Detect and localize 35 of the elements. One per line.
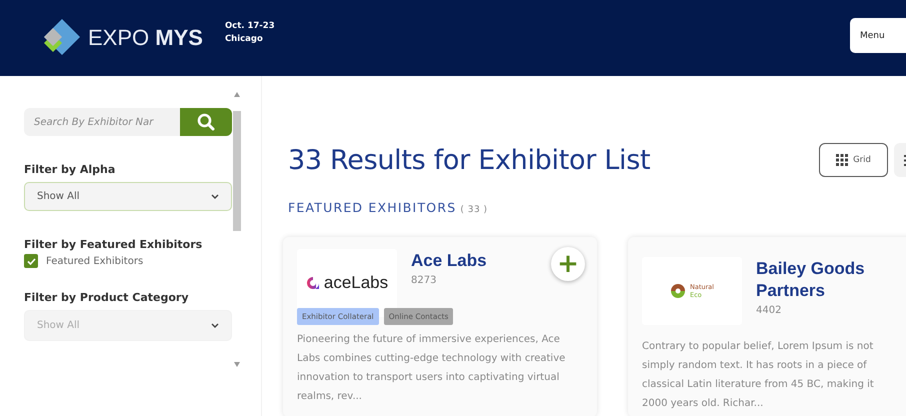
event-city: Chicago	[224, 33, 264, 46]
section-count: ( 33 )	[460, 205, 488, 215]
page-title: 33 Results for Exhibitor List	[288, 144, 650, 176]
logo-mark-icon	[306, 276, 320, 290]
logo-icon	[42, 19, 82, 57]
filter-label: Filter by Product Category	[24, 291, 190, 304]
logo-text: aceLabs	[324, 273, 388, 293]
exhibitor-name[interactable]: Bailey Goods Partners	[756, 258, 906, 302]
booth-number: 4402	[756, 305, 782, 316]
checkbox-label[interactable]: Featured Exhibitors	[46, 256, 144, 266]
section-title: FEATURED EXHIBITORS	[288, 200, 456, 215]
chevron-down-icon	[211, 194, 219, 199]
logo-mark-icon	[670, 283, 686, 299]
event-dates: Oct. 17-23	[224, 20, 275, 33]
checkmark-icon	[26, 258, 36, 264]
add-button[interactable]: +	[551, 247, 585, 281]
booth-number: 8273	[411, 275, 438, 286]
exhibitor-name[interactable]: Ace Labs	[411, 250, 487, 272]
view-toggle[interactable]: Grid	[819, 143, 888, 177]
filter-label: Filter by Alpha	[24, 163, 116, 176]
filter-label: Filter by Featured Exhibitors	[24, 238, 204, 251]
search-button[interactable]	[180, 108, 232, 136]
chevron-down-icon	[211, 323, 219, 328]
grid-icon	[836, 154, 848, 166]
brand-name: EXPO MYS	[88, 25, 203, 51]
search-field[interactable]: Search By Exhibitor Nar	[24, 108, 180, 136]
dropdown[interactable]: Show All	[24, 182, 232, 211]
scroll-down-icon[interactable]	[234, 362, 240, 367]
exhibitor-description: Contrary to popular belief, Lorem Ipsum is not simply random text. It has roots in a piece of classical Latin literature from 45 BC, making it 2000 years old. Richar...	[642, 340, 875, 411]
exhibitor-description: Pioneering the future of immersive experiences, Ace Labs combines cutting-edge technology with creative innovation to transport users into captivating virtual realms, rev...	[297, 333, 566, 404]
scroll-up-icon[interactable]	[234, 92, 240, 97]
menu-button[interactable]: Menu	[850, 18, 906, 53]
checkbox[interactable]	[24, 254, 38, 268]
search-icon	[197, 113, 215, 131]
scrollbar[interactable]	[232, 92, 242, 367]
